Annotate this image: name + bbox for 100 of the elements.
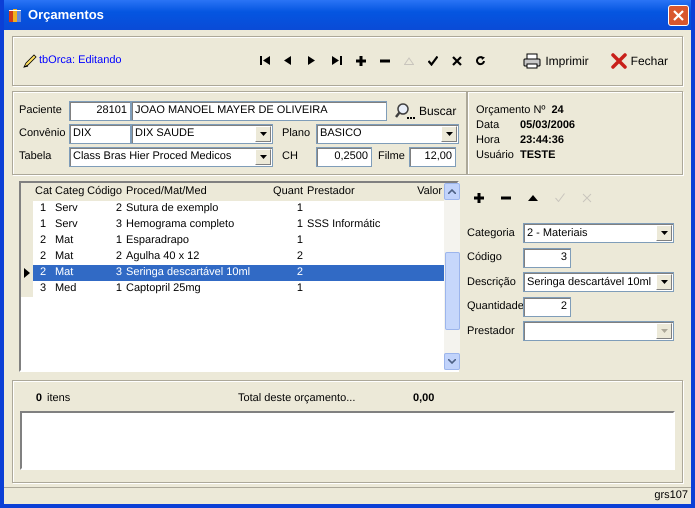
film-field[interactable]: 12,00: [409, 147, 456, 167]
info-value: 05/03/2006: [520, 118, 576, 132]
table-cell-text: Agulha 40 x 12: [125, 249, 200, 264]
table-row[interactable]: 2 Mat 2 Agulha 40 x 12 2: [33, 249, 444, 265]
insurance-code-field[interactable]: DIX: [69, 124, 131, 144]
patient-name-field[interactable]: JOAO MANOEL MAYER DE OLIVEIRA: [131, 101, 387, 121]
scrollbar-thumb[interactable]: [444, 252, 460, 330]
first-icon: [260, 56, 270, 66]
column-header[interactable]: Proced/Mat/Med: [124, 184, 272, 200]
field-label: Prestador: [467, 324, 516, 338]
table-cell-text: 2: [114, 249, 123, 264]
close-button[interactable]: [668, 4, 689, 26]
check-icon: [555, 193, 565, 203]
column-header[interactable]: Cat: [33, 184, 53, 200]
scroll-up-icon[interactable]: [448, 189, 456, 194]
field-label: Código: [467, 251, 503, 264]
plan-dropdown[interactable]: BASICO: [316, 124, 459, 144]
table-cell-text: Mat: [54, 249, 74, 264]
scroll-down-icon[interactable]: [448, 359, 456, 364]
table-cell-text: 1: [296, 217, 304, 232]
table-cell-text: 1: [296, 201, 304, 216]
field-label: Descrição: [467, 276, 517, 289]
table-cell-text: 1: [296, 281, 304, 296]
x-icon: [452, 56, 462, 66]
check-icon: [428, 56, 438, 66]
field-label: Quantidade: [467, 300, 523, 314]
field-label: Filme: [377, 150, 406, 164]
table-row[interactable]: 1 Serv 3 Hemograma completo 1 SSS Informátic: [33, 217, 444, 233]
table-cell-text: 1: [114, 281, 123, 296]
table-cell-text: 1: [38, 201, 48, 216]
column-header[interactable]: Quant: [272, 184, 305, 200]
table-cell-text: Esparadrapo: [125, 233, 190, 248]
column-header[interactable]: Prestador: [305, 184, 410, 200]
ch-field[interactable]: 0,2500: [316, 147, 372, 167]
table-cell-text: 1: [296, 233, 304, 248]
triangle-up-icon: [528, 193, 538, 203]
table-row[interactable]: 2 Mat 1 Esparadrapo 1: [33, 233, 444, 249]
table-cell-text: 2: [296, 249, 304, 264]
close-form-button[interactable]: Fechar: [606, 53, 672, 69]
input-field[interactable]: 3: [523, 248, 571, 268]
input-field[interactable]: 2: [523, 296, 571, 317]
plus-icon: [474, 193, 484, 203]
table-cell-text: Med: [54, 281, 78, 296]
column-header[interactable]: Valor: [410, 184, 444, 200]
table-cell-text: Captopril 25mg: [125, 281, 202, 296]
dropdown-arrow-icon[interactable]: [260, 132, 266, 136]
dropdown-arrow-icon[interactable]: [260, 155, 266, 159]
table-cell-text: 3: [114, 217, 123, 232]
dropdown-arrow-icon[interactable]: [660, 280, 668, 284]
table-cell-text: Serv: [54, 201, 79, 216]
total-value: 0,00: [413, 392, 434, 406]
info-value: TESTE: [520, 149, 556, 162]
last-icon: [332, 56, 342, 66]
table-cell-text: Mat: [54, 233, 74, 248]
dropdown[interactable]: 2 - Materiais: [523, 223, 674, 244]
info-value: 23:44:36: [520, 134, 564, 148]
table-row[interactable]: 1 Serv 2 Sutura de exemplo 1: [33, 201, 444, 217]
column-header[interactable]: Categ: [53, 184, 86, 200]
scrollbar[interactable]: [444, 183, 460, 370]
search-icon: [395, 102, 415, 120]
column-header[interactable]: Código: [86, 184, 124, 200]
printer-icon: [523, 53, 542, 69]
table-dropdown[interactable]: Class Bras Hier Proced Medicos: [69, 147, 273, 167]
info-value: 24: [551, 104, 564, 117]
table-cell-text: Serv: [54, 217, 79, 232]
info-label: Orçamento Nº: [476, 104, 546, 117]
table-row[interactable]: 2 Mat 3 Seringa descartável 10ml 2: [33, 265, 444, 281]
dropdown-arrow-icon[interactable]: [446, 132, 452, 136]
item-count: 0: [34, 392, 42, 406]
item-count-label: itens: [47, 392, 72, 406]
insurance-dropdown[interactable]: DIX SAUDE: [131, 124, 273, 144]
table-cell-text: Hemograma completo: [125, 217, 236, 232]
pencil-icon: [23, 54, 37, 68]
editing-status: tbOrca: Editando: [39, 54, 122, 68]
table-cell-text: 1: [114, 233, 123, 248]
table-cell-text: 2: [38, 249, 48, 264]
notes-field[interactable]: [20, 411, 675, 470]
field-label: Categoria: [467, 226, 516, 240]
table-row[interactable]: 3 Med 1 Captopril 25mg 1: [33, 281, 444, 297]
table-cell-text: 3: [38, 281, 48, 296]
table-cell-text: 2: [38, 233, 48, 248]
window-title: Orçamentos: [28, 7, 105, 23]
table-cell-text: 1: [38, 217, 48, 232]
info-label: Data: [476, 118, 500, 132]
close-icon: [673, 10, 684, 20]
field-label: Paciente: [19, 104, 63, 118]
field-label: Tabela: [19, 150, 52, 164]
dropdown-arrow-icon[interactable]: [660, 231, 668, 236]
total-label: Total deste orçamento...: [238, 392, 356, 406]
row-indicator-icon: [24, 268, 30, 278]
field-label: Plano: [282, 127, 312, 141]
app-icon: [8, 7, 22, 23]
info-label: Usuário: [476, 149, 514, 162]
print-button[interactable]: Imprimir: [519, 53, 593, 69]
search-button[interactable]: Buscar: [395, 102, 456, 120]
table-cell-text: SSS Informátic: [306, 217, 382, 232]
patient-code-field[interactable]: 28101: [69, 101, 131, 121]
dropdown[interactable]: Seringa descartável 10ml: [523, 272, 674, 292]
field-label: Convênio: [19, 127, 66, 141]
refresh-icon: [476, 56, 486, 66]
